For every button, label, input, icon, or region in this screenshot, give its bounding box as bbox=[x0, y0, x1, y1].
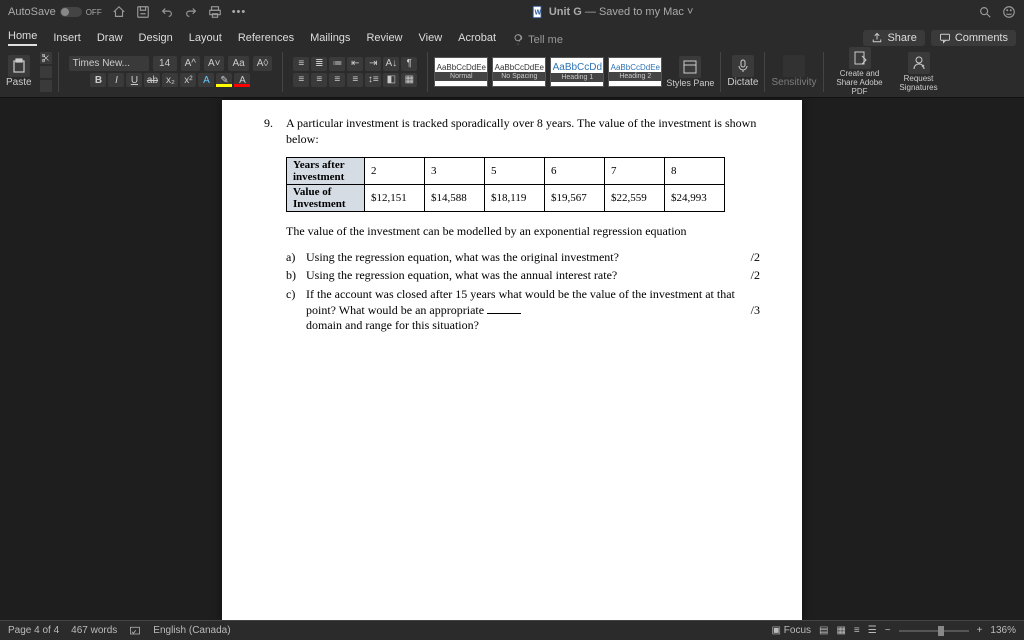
zoom-in-button[interactable]: + bbox=[977, 625, 983, 636]
autosave-toggle[interactable] bbox=[60, 7, 82, 17]
shading-icon[interactable]: ◧ bbox=[383, 73, 399, 87]
zoom-out-button[interactable]: − bbox=[885, 625, 891, 636]
zoom-level[interactable]: 136% bbox=[990, 625, 1016, 636]
outdent-icon[interactable]: ⇤ bbox=[347, 57, 363, 71]
cut-icon[interactable] bbox=[40, 52, 52, 64]
undo-icon[interactable] bbox=[160, 5, 174, 19]
fill-blank bbox=[487, 313, 521, 314]
strike-button[interactable]: ab bbox=[144, 73, 160, 87]
tab-mailings[interactable]: Mailings bbox=[310, 30, 350, 46]
part-a: a) Using the regression equation, what w… bbox=[286, 250, 760, 266]
view-print-icon[interactable]: ▤ bbox=[819, 625, 828, 636]
word-count[interactable]: 467 words bbox=[71, 625, 117, 636]
styles-pane-button[interactable]: Styles Pane bbox=[666, 56, 714, 88]
underline-button[interactable]: U bbox=[126, 73, 142, 87]
tab-home[interactable]: Home bbox=[8, 28, 37, 46]
dictate-button[interactable]: Dictate bbox=[727, 55, 758, 88]
doc-title: Unit G bbox=[549, 6, 582, 18]
row-header-years: Years after investment bbox=[287, 158, 365, 185]
save-icon[interactable] bbox=[136, 5, 150, 19]
create-share-pdf-button[interactable]: Create and Share Adobe PDF bbox=[830, 47, 890, 96]
justify-icon[interactable]: ≡ bbox=[347, 73, 363, 87]
word-doc-icon: W bbox=[531, 5, 545, 19]
copy-icon[interactable] bbox=[40, 66, 52, 78]
superscript-button[interactable]: x² bbox=[180, 73, 196, 87]
view-web-icon[interactable]: ▦ bbox=[836, 625, 845, 636]
status-bar: Page 4 of 4 467 words English (Canada) ▣… bbox=[0, 620, 1024, 640]
numbering-icon[interactable]: ≣ bbox=[311, 57, 327, 71]
text-effects-icon[interactable]: A bbox=[198, 73, 214, 87]
document-page[interactable]: 9. A particular investment is tracked sp… bbox=[222, 100, 802, 620]
change-case-icon[interactable]: Aa bbox=[228, 56, 248, 71]
search-icon[interactable] bbox=[978, 5, 992, 19]
font-size-select[interactable]: 14 bbox=[153, 56, 177, 71]
font-color-icon[interactable]: A bbox=[234, 73, 250, 87]
format-painter-icon[interactable] bbox=[40, 80, 52, 92]
comments-button[interactable]: Comments bbox=[931, 30, 1016, 46]
align-right-icon[interactable]: ≡ bbox=[329, 73, 345, 87]
styles-gallery[interactable]: AaBbCcDdEeNormal AaBbCcDdEeNo Spacing Aa… bbox=[434, 57, 662, 87]
view-outline-icon[interactable]: ☰ bbox=[868, 625, 877, 636]
autosave-label: AutoSave bbox=[8, 6, 56, 18]
font-name-select[interactable]: Times New... bbox=[69, 56, 149, 71]
ribbon: Paste Times New... 14 A^ A˅ Aa A◊ B I U … bbox=[0, 46, 1024, 98]
bold-button[interactable]: B bbox=[90, 73, 106, 87]
table-row: Value of Investment $12,151 $14,588 $18,… bbox=[287, 185, 725, 212]
question-stem: A particular investment is tracked spora… bbox=[286, 116, 760, 147]
home-icon[interactable] bbox=[112, 5, 126, 19]
italic-button[interactable]: I bbox=[108, 73, 124, 87]
request-signatures-button[interactable]: Request Signatures bbox=[894, 52, 944, 92]
highlight-icon[interactable]: ✎ bbox=[216, 73, 232, 87]
workspace: 9. A particular investment is tracked sp… bbox=[0, 98, 1024, 620]
model-sentence: The value of the investment can be model… bbox=[286, 224, 760, 240]
spellcheck-icon[interactable] bbox=[129, 625, 141, 637]
view-read-icon[interactable]: ≡ bbox=[854, 625, 860, 636]
part-b: b) Using the regression equation, what w… bbox=[286, 268, 760, 284]
page-indicator[interactable]: Page 4 of 4 bbox=[8, 625, 59, 636]
indent-icon[interactable]: ⇥ bbox=[365, 57, 381, 71]
face-icon[interactable] bbox=[1002, 5, 1016, 19]
zoom-slider[interactable] bbox=[899, 630, 969, 632]
tab-references[interactable]: References bbox=[238, 30, 294, 46]
print-icon[interactable] bbox=[208, 5, 222, 19]
row-header-value: Value of Investment bbox=[287, 185, 365, 212]
sensitivity-button[interactable]: Sensitivity bbox=[771, 55, 816, 88]
more-icon[interactable]: ••• bbox=[232, 6, 247, 18]
table-row: Years after investment 2 3 5 6 7 8 bbox=[287, 158, 725, 185]
redo-icon[interactable] bbox=[184, 5, 198, 19]
tab-acrobat[interactable]: Acrobat bbox=[458, 30, 496, 46]
save-status: — Saved to my Mac bbox=[585, 6, 684, 18]
bullets-icon[interactable]: ≡ bbox=[293, 57, 309, 71]
share-button[interactable]: Share bbox=[863, 30, 924, 46]
language-indicator[interactable]: English (Canada) bbox=[153, 625, 230, 636]
subscript-button[interactable]: x₂ bbox=[162, 73, 178, 87]
borders-icon[interactable]: ▦ bbox=[401, 73, 417, 87]
autosave-state: OFF bbox=[86, 8, 102, 17]
shrink-font-icon[interactable]: A˅ bbox=[204, 56, 225, 71]
show-marks-icon[interactable]: ¶ bbox=[401, 57, 417, 71]
title-bar: AutoSave OFF ••• W Unit G — Saved to my … bbox=[0, 0, 1024, 24]
paste-button[interactable]: Paste bbox=[6, 55, 32, 88]
data-table: Years after investment 2 3 5 6 7 8 Value… bbox=[286, 157, 725, 212]
tab-layout[interactable]: Layout bbox=[189, 30, 222, 46]
tab-view[interactable]: View bbox=[419, 30, 443, 46]
sort-icon[interactable]: A↓ bbox=[383, 57, 399, 71]
multilevel-icon[interactable]: ≔ bbox=[329, 57, 345, 71]
clear-format-icon[interactable]: A◊ bbox=[253, 56, 273, 71]
tab-design[interactable]: Design bbox=[139, 30, 173, 46]
tab-insert[interactable]: Insert bbox=[53, 30, 81, 46]
line-spacing-icon[interactable]: ↕≡ bbox=[365, 73, 381, 87]
align-center-icon[interactable]: ≡ bbox=[311, 73, 327, 87]
grow-font-icon[interactable]: A^ bbox=[181, 56, 200, 71]
focus-mode[interactable]: ▣ Focus bbox=[772, 625, 811, 636]
tab-review[interactable]: Review bbox=[366, 30, 402, 46]
align-left-icon[interactable]: ≡ bbox=[293, 73, 309, 87]
part-c: c) If the account was closed after 15 ye… bbox=[286, 287, 760, 334]
tell-me[interactable]: Tell me bbox=[512, 34, 563, 46]
svg-text:W: W bbox=[534, 10, 541, 17]
menu-bar: Home Insert Draw Design Layout Reference… bbox=[0, 24, 1024, 46]
question-number: 9. bbox=[264, 116, 286, 147]
tab-draw[interactable]: Draw bbox=[97, 30, 123, 46]
